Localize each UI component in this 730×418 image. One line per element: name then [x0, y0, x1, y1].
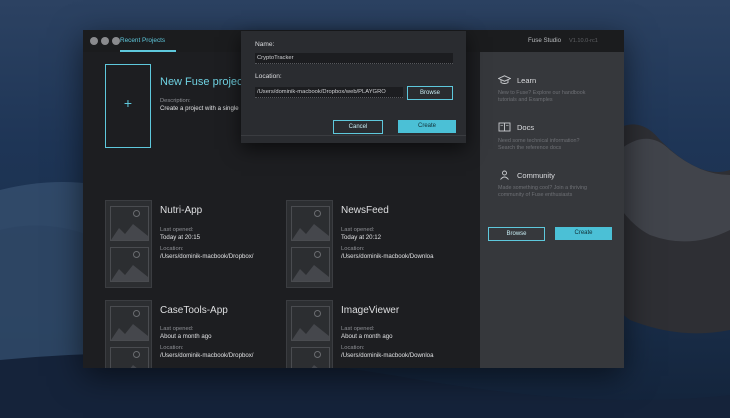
project-name[interactable]: CaseTools-App: [160, 305, 228, 316]
project-thumbnail[interactable]: [105, 200, 152, 288]
image-placeholder-icon: [291, 206, 330, 241]
last-opened-label: Last opened:: [341, 227, 375, 233]
location-value: /Users/dominik-macbook/Dropbox/: [160, 253, 254, 260]
location-label: Location:: [160, 345, 184, 351]
cancel-button[interactable]: Cancel: [333, 120, 383, 134]
image-placeholder-icon: [291, 306, 330, 341]
minimize-window-button[interactable]: [101, 37, 109, 45]
dialog-create-button[interactable]: Create: [398, 120, 456, 133]
community-text-line1: Made something cool? Join a thriving: [498, 185, 587, 191]
image-placeholder-icon: [291, 347, 330, 368]
last-opened-label: Last opened:: [160, 227, 194, 233]
location-value: /Users/dominik-macbook/Downloa: [341, 352, 434, 359]
create-button[interactable]: Create: [555, 227, 612, 240]
image-placeholder-icon: [110, 306, 149, 341]
location-value: /Users/dominik-macbook/Dropbox/: [160, 352, 254, 359]
description-label: Description:: [160, 98, 191, 104]
browse-button[interactable]: Browse: [488, 227, 545, 241]
location-value: /Users/dominik-macbook/Downloa: [341, 253, 434, 260]
learn-title[interactable]: Learn: [517, 76, 536, 85]
project-name[interactable]: ImageViewer: [341, 305, 399, 316]
image-placeholder-icon: [291, 247, 330, 282]
app-version: V1.10.0-rc1: [569, 38, 598, 44]
location-label: Location:: [341, 345, 365, 351]
sidebar: Learn New to Fuse? Explore our handbook …: [480, 52, 624, 368]
new-project-dialog: Name: CryptoTracker Location: /Users/dom…: [241, 31, 466, 143]
graduation-cap-icon: [498, 75, 511, 84]
project-name[interactable]: Nutri-App: [160, 205, 202, 216]
last-opened-value: About a month ago: [160, 333, 212, 340]
learn-text-line1: New to Fuse? Explore our handbook: [498, 90, 586, 96]
docs-text-line2: Search the reference docs: [498, 145, 562, 151]
last-opened-value: Today at 20:12: [341, 234, 381, 241]
name-label: Name:: [255, 41, 275, 48]
image-placeholder-icon: [110, 347, 149, 368]
close-window-button[interactable]: [90, 37, 98, 45]
location-input[interactable]: /Users/dominik-macbook/Dropbox/web/PLAYG…: [255, 87, 403, 98]
docs-title[interactable]: Docs: [517, 123, 534, 132]
last-opened-label: Last opened:: [160, 326, 194, 332]
project-thumbnail[interactable]: [286, 300, 333, 368]
location-label: Location:: [255, 73, 282, 80]
new-project-card[interactable]: +: [105, 64, 151, 148]
community-text-line2: community of Fuse enthusiasts: [498, 192, 573, 198]
learn-text-line2: tutorials and Examples: [498, 97, 553, 103]
community-title[interactable]: Community: [517, 171, 555, 180]
docs-text-line1: Need some technical information?: [498, 138, 580, 144]
project-name-input[interactable]: CryptoTracker: [255, 53, 453, 64]
location-label: Location:: [341, 246, 365, 252]
community-icon: [500, 170, 509, 180]
last-opened-value: Today at 20:15: [160, 234, 200, 241]
tab-recent-projects[interactable]: Recent Projects: [120, 30, 165, 52]
book-icon: [498, 122, 511, 132]
description-text: Create a project with a single: [160, 105, 239, 112]
last-opened-value: About a month ago: [341, 333, 393, 340]
image-placeholder-icon: [110, 206, 149, 241]
project-thumbnail[interactable]: [286, 200, 333, 288]
last-opened-label: Last opened:: [341, 326, 375, 332]
app-title: Fuse Studio: [528, 37, 562, 44]
zoom-window-button[interactable]: [112, 37, 120, 45]
project-thumbnail[interactable]: [105, 300, 152, 368]
plus-icon: +: [123, 95, 133, 111]
location-label: Location:: [160, 246, 184, 252]
dialog-browse-button[interactable]: Browse: [407, 86, 453, 100]
image-placeholder-icon: [110, 247, 149, 282]
new-project-title[interactable]: New Fuse project: [160, 76, 246, 88]
dialog-divider: [241, 135, 466, 136]
project-name[interactable]: NewsFeed: [341, 205, 389, 216]
